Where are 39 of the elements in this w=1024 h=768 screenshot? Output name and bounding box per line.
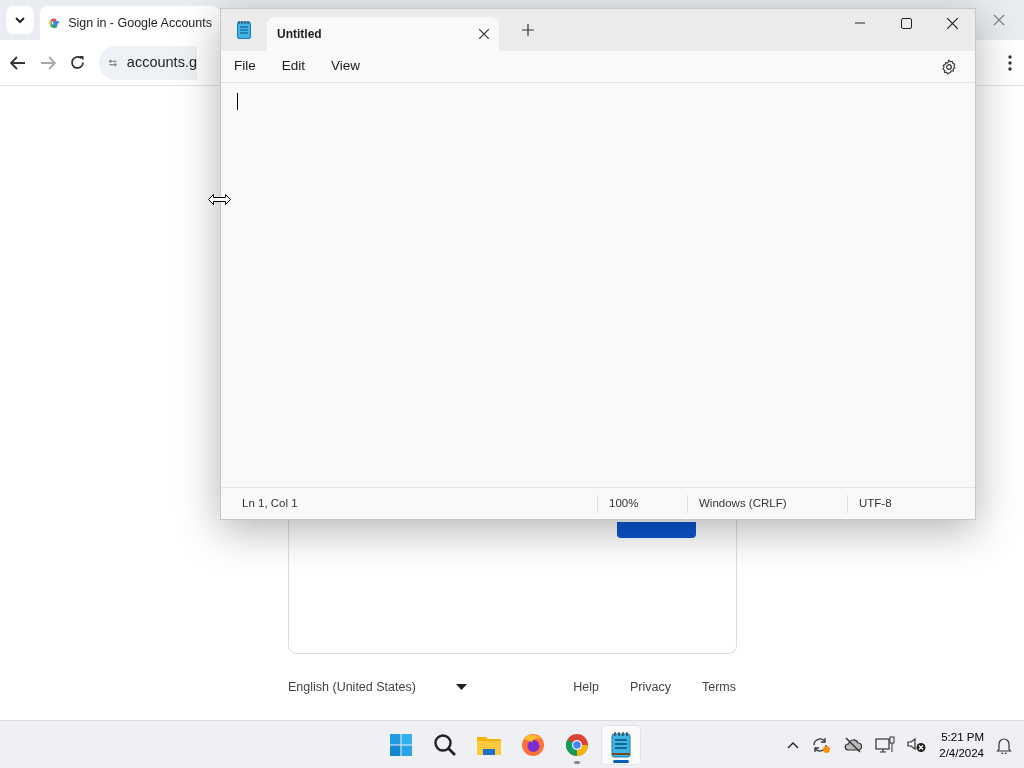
- cloud-off-icon[interactable]: [843, 737, 864, 753]
- speaker-muted-icon[interactable]: [907, 737, 928, 753]
- document-tab[interactable]: Untitled: [267, 17, 499, 51]
- sync-icon[interactable]: [811, 736, 832, 754]
- notification-bell-icon[interactable]: [996, 736, 1012, 754]
- back-icon[interactable]: [10, 55, 26, 70]
- url-text: accounts.g: [126, 52, 197, 72]
- footer-link[interactable]: Privacy: [630, 678, 671, 697]
- clock[interactable]: 5:21 PM 2/4/2024: [939, 729, 984, 761]
- close-icon[interactable]: [479, 29, 489, 39]
- text-cursor: [237, 93, 238, 110]
- plus-icon[interactable]: [522, 24, 534, 36]
- close-icon[interactable]: [946, 17, 958, 29]
- footer-link[interactable]: Help: [573, 678, 599, 697]
- chevron-up-icon[interactable]: [787, 741, 800, 749]
- notepad-app-icon: [237, 21, 251, 39]
- status-text: 100%: [597, 494, 687, 513]
- network-icon[interactable]: [875, 736, 896, 754]
- footer-link[interactable]: Terms: [701, 678, 736, 697]
- address-bar[interactable]: accounts.g: [99, 45, 197, 80]
- tab-list-button[interactable]: [6, 6, 34, 34]
- tab-title: Untitled: [277, 26, 322, 43]
- tab-title: Sign in - Google Accounts: [68, 14, 212, 32]
- maximize-icon[interactable]: [900, 17, 912, 29]
- reload-icon[interactable]: [70, 55, 85, 70]
- notepad-icon[interactable]: [601, 725, 641, 765]
- browser-tab[interactable]: Sign in - Google Accounts: [40, 6, 220, 40]
- chevron-down-icon: [15, 16, 25, 24]
- kebab-menu-icon[interactable]: [1007, 54, 1013, 71]
- dropdown-caret-icon[interactable]: [455, 684, 467, 691]
- menu-item[interactable]: File: [225, 54, 265, 79]
- status-text: Windows (CRLF): [687, 494, 847, 513]
- language-selector[interactable]: English (United States): [288, 678, 416, 697]
- settings-icon[interactable]: [941, 58, 957, 75]
- status-text: UTF-8: [847, 494, 907, 513]
- menu-item[interactable]: View: [322, 54, 370, 79]
- status-text: Ln 1, Col 1: [241, 495, 299, 511]
- menu-item[interactable]: Edit: [272, 54, 315, 79]
- logo-icon: [48, 16, 61, 30]
